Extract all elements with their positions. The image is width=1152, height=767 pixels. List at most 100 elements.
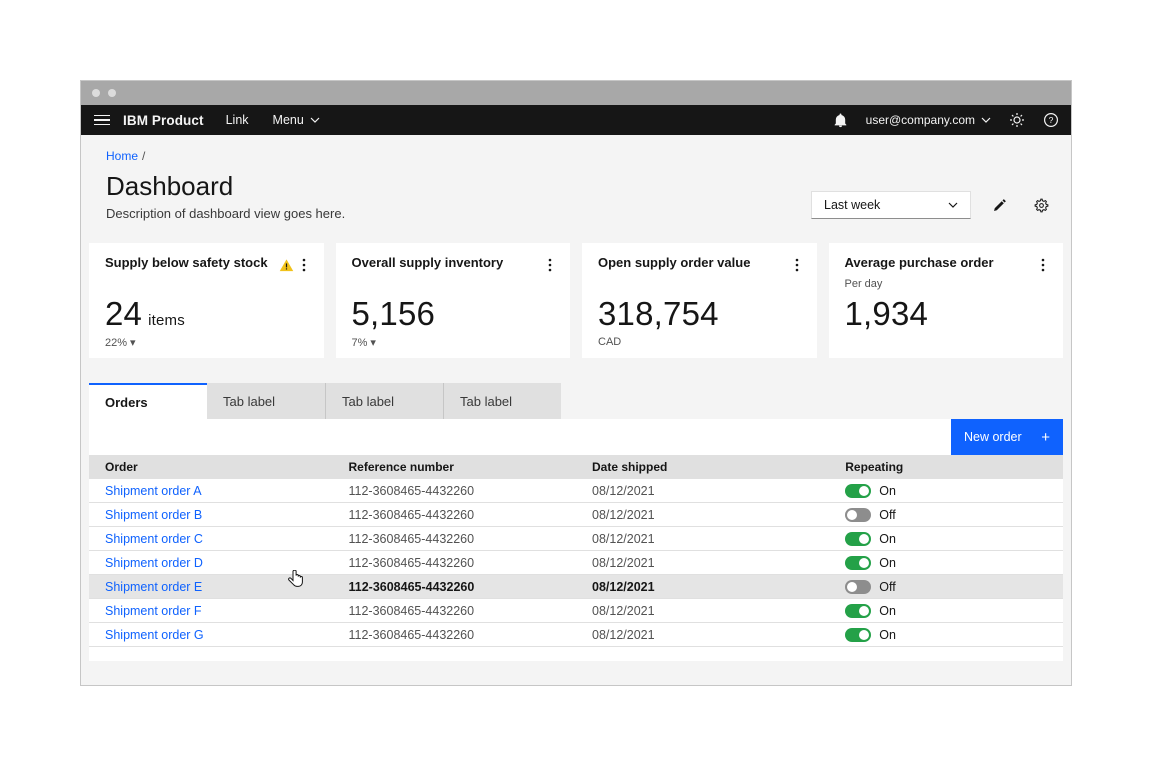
overflow-menu-icon bbox=[1041, 257, 1045, 273]
order-link[interactable]: Shipment order A bbox=[105, 484, 202, 498]
page-title: Dashboard bbox=[106, 170, 345, 202]
window-titlebar bbox=[81, 81, 1071, 105]
app-window: IBM Product Link Menu user@company.com bbox=[80, 80, 1072, 686]
card-title: Average purchase order bbox=[845, 255, 994, 270]
caret-down-icon: ▾ bbox=[130, 336, 136, 349]
table-row[interactable]: Shipment order E 112-3608465-4432260 08/… bbox=[89, 575, 1063, 599]
repeating-toggle[interactable] bbox=[845, 484, 871, 498]
card-footnote: CAD bbox=[598, 336, 621, 348]
table-row[interactable]: Shipment order B 112-3608465-4432260 08/… bbox=[89, 503, 1063, 527]
repeating-toggle[interactable] bbox=[845, 604, 871, 618]
repeating-toggle[interactable] bbox=[845, 508, 871, 522]
breadcrumb: Home / bbox=[106, 149, 345, 163]
table-row[interactable]: Shipment order C 112-3608465-4432260 08/… bbox=[89, 527, 1063, 551]
user-email: user@company.com bbox=[866, 113, 975, 127]
reference-number: 112-3608465-4432260 bbox=[333, 604, 577, 618]
tab-label: Tab label bbox=[342, 394, 394, 409]
nav-menu[interactable]: Menu bbox=[273, 113, 320, 127]
order-link[interactable]: Shipment order F bbox=[105, 604, 202, 618]
pencil-icon bbox=[992, 198, 1007, 213]
reference-number: 112-3608465-4432260 bbox=[333, 484, 577, 498]
overflow-menu-icon bbox=[795, 257, 799, 273]
nav-link[interactable]: Link bbox=[226, 113, 249, 127]
chevron-down-icon bbox=[981, 117, 991, 123]
overflow-menu-button[interactable] bbox=[793, 255, 801, 275]
repeating-toggle[interactable] bbox=[845, 580, 871, 594]
repeating-toggle[interactable] bbox=[845, 628, 871, 642]
header-actions: user@company.com ? bbox=[833, 112, 1059, 128]
plus-icon: + bbox=[1041, 429, 1050, 446]
tab-label-1[interactable]: Tab label bbox=[207, 383, 325, 419]
date-range-dropdown[interactable]: Last week bbox=[811, 191, 971, 219]
order-link[interactable]: Shipment order G bbox=[105, 628, 204, 642]
card-delta-value: 7% bbox=[352, 337, 368, 349]
overflow-menu-icon bbox=[302, 257, 306, 273]
table-row[interactable]: Shipment order D 112-3608465-4432260 08/… bbox=[89, 551, 1063, 575]
caret-down-icon: ▾ bbox=[370, 336, 376, 349]
table-header-row: Order Reference number Date shipped Repe… bbox=[89, 455, 1063, 479]
page-description: Description of dashboard view goes here. bbox=[106, 206, 345, 221]
nav-menu-label: Menu bbox=[273, 113, 304, 127]
breadcrumb-separator: / bbox=[142, 149, 145, 163]
repeating-toggle[interactable] bbox=[845, 556, 871, 570]
card-delta[interactable]: 7% ▾ bbox=[352, 336, 376, 349]
order-link[interactable]: Shipment order D bbox=[105, 556, 203, 570]
toggle-label: On bbox=[879, 556, 896, 570]
date-shipped: 08/12/2021 bbox=[576, 628, 829, 642]
card-delta[interactable]: 22% ▾ bbox=[105, 336, 136, 349]
hamburger-icon bbox=[94, 119, 110, 121]
column-header-repeating: Repeating bbox=[829, 460, 1063, 474]
card-value-suffix: items bbox=[148, 312, 185, 329]
tab-bar: Orders Tab label Tab label Tab label bbox=[89, 383, 1063, 419]
window-control-dot[interactable] bbox=[92, 89, 100, 97]
new-order-button[interactable]: New order + bbox=[951, 419, 1063, 455]
reference-number: 112-3608465-4432260 bbox=[333, 580, 577, 594]
theme-switcher-button[interactable] bbox=[1009, 112, 1025, 128]
window-control-dot[interactable] bbox=[108, 89, 116, 97]
order-link[interactable]: Shipment order E bbox=[105, 580, 202, 594]
settings-button[interactable] bbox=[1027, 191, 1055, 219]
notifications-button[interactable] bbox=[833, 113, 848, 128]
page-header-left: Home / Dashboard Description of dashboard… bbox=[106, 149, 345, 221]
tab-label-2[interactable]: Tab label bbox=[325, 383, 443, 419]
column-header-order: Order bbox=[89, 460, 333, 474]
nav-link-label: Link bbox=[226, 113, 249, 127]
hamburger-icon bbox=[94, 115, 110, 117]
table-row[interactable]: Shipment order G 112-3608465-4432260 08/… bbox=[89, 623, 1063, 647]
order-link[interactable]: Shipment order C bbox=[105, 532, 203, 546]
edit-button[interactable] bbox=[985, 191, 1013, 219]
date-range-value: Last week bbox=[824, 198, 880, 212]
toggle-label: On bbox=[879, 604, 896, 618]
page-header-controls: Last week bbox=[811, 191, 1055, 219]
overflow-menu-button[interactable] bbox=[300, 255, 308, 275]
card-title: Supply below safety stock bbox=[105, 255, 268, 270]
overflow-menu-button[interactable] bbox=[546, 255, 554, 275]
table-row[interactable]: Shipment order A 112-3608465-4432260 08/… bbox=[89, 479, 1063, 503]
svg-text:?: ? bbox=[1049, 115, 1054, 125]
reference-number: 112-3608465-4432260 bbox=[333, 508, 577, 522]
tab-label-3[interactable]: Tab label bbox=[443, 383, 561, 419]
table-toolbar: New order + bbox=[89, 419, 1063, 455]
user-account-menu[interactable]: user@company.com bbox=[866, 113, 991, 127]
repeating-toggle[interactable] bbox=[845, 532, 871, 546]
tab-orders[interactable]: Orders bbox=[89, 383, 207, 419]
gear-icon bbox=[1034, 198, 1049, 213]
card-title: Overall supply inventory bbox=[352, 255, 504, 270]
app-header: IBM Product Link Menu user@company.com bbox=[81, 105, 1071, 135]
card-value: 318,754 bbox=[598, 295, 719, 333]
light-icon bbox=[1009, 112, 1025, 128]
metric-card-overall-supply-inventory: Overall supply inventory 5,156 7% ▾ bbox=[336, 243, 571, 358]
toggle-label: On bbox=[879, 484, 896, 498]
overflow-menu-button[interactable] bbox=[1039, 255, 1047, 275]
table-row[interactable]: Shipment order F 112-3608465-4432260 08/… bbox=[89, 599, 1063, 623]
help-button[interactable]: ? bbox=[1043, 112, 1059, 128]
card-subtitle: Per day bbox=[845, 278, 1048, 290]
page-header: Home / Dashboard Description of dashboard… bbox=[89, 149, 1063, 221]
menu-toggle-button[interactable] bbox=[89, 107, 115, 133]
order-link[interactable]: Shipment order B bbox=[105, 508, 202, 522]
reference-number: 112-3608465-4432260 bbox=[333, 556, 577, 570]
breadcrumb-home-link[interactable]: Home bbox=[106, 149, 138, 163]
card-value: 1,934 bbox=[845, 295, 929, 333]
tab-label: Orders bbox=[105, 395, 148, 410]
tab-label: Tab label bbox=[223, 394, 275, 409]
